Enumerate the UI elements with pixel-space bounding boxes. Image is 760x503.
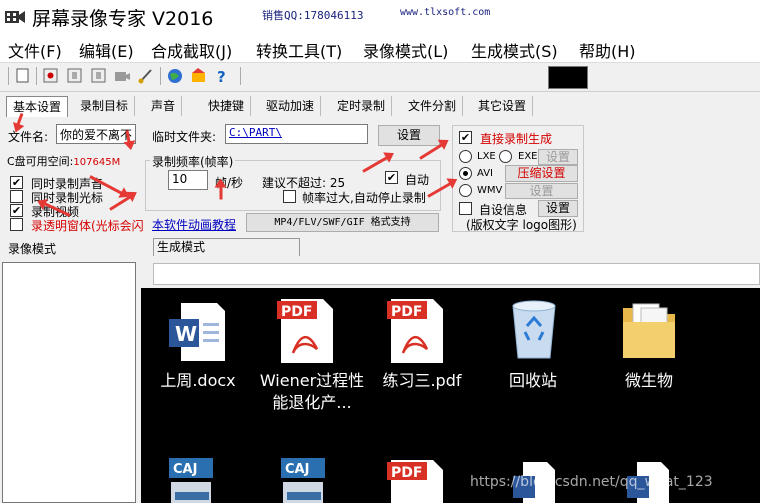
pdf-icon: PDF [387, 299, 443, 363]
toolbar: ? [0, 63, 760, 92]
auto-rate-checkbox[interactable]: ✔ [385, 171, 398, 184]
shop-icon[interactable] [190, 67, 207, 84]
brush-icon[interactable] [137, 67, 154, 84]
caj-icon: CAJ [169, 458, 213, 503]
svg-text:CAJ: CAJ [173, 462, 197, 477]
window-title: 屏幕录像专家 V2016 [32, 8, 214, 30]
avi-label: AVI [477, 168, 493, 179]
record-icon[interactable] [42, 67, 59, 84]
menu-help[interactable]: 帮助(H) [579, 38, 636, 62]
pdf-icon: PDF [387, 460, 443, 503]
wmv-set-button[interactable]: 设置 [505, 183, 578, 199]
watermark-text: https://blog.csdn.net/qq_what_123 [470, 474, 713, 490]
temp-folder-label: 临时文件夹: [152, 130, 217, 144]
folder-icon [623, 303, 675, 358]
svg-text:PDF: PDF [391, 465, 422, 481]
copyright-note: (版权文字 logo图形) [466, 218, 577, 232]
recording-preview: W 上周.docx PDF Wiener过程性能退化产... PDF 练习三.p… [141, 288, 760, 503]
direct-generate-label: 直接录制生成 [480, 132, 553, 146]
menu-convert-tools[interactable]: 转换工具(T) [256, 38, 342, 62]
color-swatch[interactable] [548, 66, 588, 89]
transparent-window-label: 录透明窗体(光标会闪 [31, 219, 144, 233]
tutorial-link[interactable]: 本软件动画教程 [152, 216, 236, 233]
temp-folder-set-button[interactable]: 设置 [378, 125, 440, 146]
tab-sound[interactable]: 声音 [145, 96, 183, 116]
desktop-icon-label: 练习三.pdf [382, 371, 462, 390]
menu-generate-mode[interactable]: 生成模式(S) [471, 38, 558, 62]
generate-mode-label: 生成模式 [157, 240, 206, 254]
disk-space-value: 107645M [73, 157, 121, 168]
record-mode-label: 录像模式 [8, 242, 57, 256]
rate-group-title: 录制频率(帧率) [150, 153, 236, 170]
svg-text:CAJ: CAJ [285, 462, 309, 477]
desktop-icon-label: 微生物 [624, 371, 673, 390]
tab-driver-accel[interactable]: 驱动加速 [260, 96, 322, 116]
temp-folder-input[interactable]: C:\PART\ [225, 124, 368, 144]
auto-stop-label: 帧率过大,自动停止录制 [302, 191, 426, 205]
compress-settings-button[interactable]: 压缩设置 [505, 165, 578, 182]
wmv-radio[interactable] [459, 184, 472, 197]
tab-other-settings[interactable]: 其它设置 [472, 96, 534, 116]
disk-space-caption: C盘可用空间: [7, 155, 74, 168]
record-mode-list[interactable] [2, 262, 136, 503]
desktop-icon-label: 上周.docx [160, 371, 236, 390]
exe-label: EXE [518, 151, 538, 162]
film-camera-icon [5, 11, 25, 23]
sales-qq-text: 销售QQ:178046113 [262, 9, 364, 22]
menu-edit[interactable]: 编辑(E) [79, 38, 134, 62]
menu-compose[interactable]: 合成截取(J) [151, 38, 232, 62]
exe-radio[interactable] [499, 150, 512, 163]
disk-space-label: C盘可用空间:107645M [7, 153, 120, 169]
custom-info-checkbox[interactable] [459, 202, 472, 215]
pdf-icon: PDF [277, 299, 333, 363]
camera-icon[interactable] [114, 67, 131, 84]
svg-text:?: ? [217, 68, 226, 84]
tab-scheduled-record[interactable]: 定时录制 [331, 96, 393, 116]
help-icon[interactable]: ? [213, 67, 230, 84]
tab-record-target[interactable]: 录制目标 [74, 96, 136, 116]
desktop-icon-label: Wiener过程性能退化产... [259, 371, 365, 412]
menu-file[interactable]: 文件(F) [8, 38, 62, 62]
lxe-radio[interactable] [459, 150, 472, 163]
svg-text:PDF: PDF [391, 304, 422, 320]
frame-rate-input[interactable]: 10 [168, 170, 208, 190]
avi-radio[interactable] [459, 167, 472, 180]
globe-icon[interactable] [166, 67, 183, 84]
pause-icon[interactable] [66, 67, 83, 84]
timeline-strip[interactable] [153, 263, 760, 285]
record-video-checkbox[interactable]: ✔ [10, 204, 23, 217]
menu-record-mode[interactable]: 录像模式(L) [363, 38, 448, 62]
svg-text:W: W [175, 322, 197, 346]
filename-input[interactable]: 你的爱不离不 [56, 124, 136, 144]
word-icon: W [169, 303, 225, 361]
stop-icon[interactable] [90, 67, 107, 84]
lxe-label: LXE [477, 151, 496, 162]
annotation-arrow [219, 184, 223, 200]
menu-bar: 文件(F) 编辑(E) 合成截取(J) 转换工具(T) 录像模式(L) 生成模式… [0, 34, 760, 63]
lxe-set-button[interactable]: 设置 [538, 149, 578, 165]
caj-icon: CAJ [281, 458, 325, 503]
direct-generate-checkbox[interactable]: ✔ [459, 131, 472, 144]
transparent-window-checkbox[interactable] [10, 218, 23, 231]
desktop-icon-label: 回收站 [508, 371, 557, 390]
tab-hotkeys[interactable]: 快捷键 [202, 96, 252, 116]
custom-info-set-button[interactable]: 设置 [538, 200, 578, 217]
new-file-icon[interactable] [14, 67, 31, 84]
tab-file-split[interactable]: 文件分割 [402, 96, 464, 116]
auto-rate-label: 自动 [405, 173, 430, 187]
auto-stop-checkbox[interactable] [283, 190, 296, 203]
record-sound-checkbox[interactable]: ✔ [10, 176, 23, 189]
recycle-bin-icon [512, 300, 556, 359]
wmv-label: WMV [477, 185, 503, 196]
tab-basic-settings[interactable]: 基本设置 [6, 96, 69, 117]
record-cursor-checkbox[interactable] [10, 190, 23, 203]
svg-text:PDF: PDF [281, 304, 312, 320]
website-link[interactable]: www.tlxsoft.com [400, 7, 490, 18]
formats-button[interactable]: MP4/FLV/SWF/GIF 格式支持 [246, 213, 439, 232]
